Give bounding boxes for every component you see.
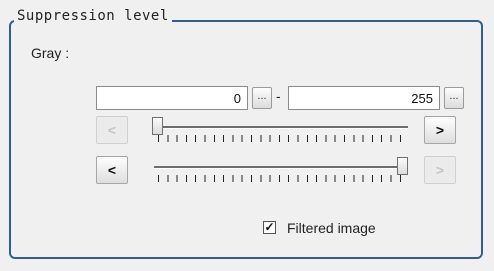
lower-decrease-button[interactable]: < bbox=[96, 116, 128, 144]
min-value-browse-button[interactable]: ... bbox=[252, 87, 272, 109]
lower-increase-button[interactable]: > bbox=[424, 116, 456, 144]
upper-slider-thumb[interactable] bbox=[397, 157, 408, 175]
min-value-field[interactable]: 0 bbox=[96, 86, 248, 110]
range-separator: - bbox=[276, 88, 281, 104]
slider-ticks bbox=[158, 135, 404, 142]
max-value-field[interactable]: 255 bbox=[288, 86, 440, 110]
slider-ticks bbox=[158, 175, 404, 182]
gray-label: Gray : bbox=[31, 45, 70, 61]
upper-limit-slider[interactable] bbox=[148, 155, 412, 185]
lower-slider-thumb[interactable] bbox=[152, 117, 163, 135]
group-title: Suppression level bbox=[14, 8, 172, 24]
max-value-browse-button[interactable]: ... bbox=[444, 87, 464, 109]
filtered-image-label: Filtered image bbox=[287, 220, 376, 236]
lower-limit-slider[interactable] bbox=[148, 115, 412, 145]
upper-increase-button[interactable]: > bbox=[424, 156, 456, 184]
filtered-image-checkbox[interactable]: ✓ bbox=[263, 221, 276, 234]
slider-track bbox=[154, 126, 408, 129]
upper-decrease-button[interactable]: < bbox=[96, 156, 128, 184]
slider-track bbox=[154, 166, 408, 169]
